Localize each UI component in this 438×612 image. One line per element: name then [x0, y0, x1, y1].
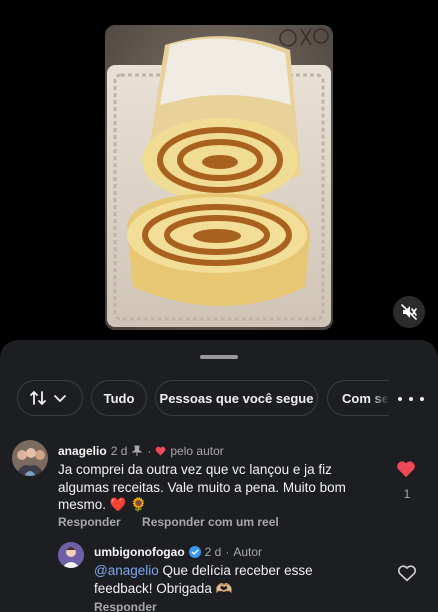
- recipe-video-thumbnail[interactable]: [105, 25, 333, 330]
- pin-icon: [131, 445, 143, 456]
- mute-icon: [401, 304, 417, 320]
- comment-username[interactable]: anagelio: [58, 444, 107, 458]
- mute-button[interactable]: [393, 296, 425, 328]
- reply-username[interactable]: umbigonofogao: [94, 545, 185, 559]
- reply-with-reel-button[interactable]: Responder com um reel: [142, 515, 279, 529]
- filter-com[interactable]: Com se: [327, 380, 389, 416]
- filter-tudo-label: Tudo: [103, 390, 135, 406]
- video-area[interactable]: [0, 0, 438, 345]
- reply-button[interactable]: Responder: [58, 515, 121, 529]
- filter-people-you-follow[interactable]: Pessoas que você segue: [155, 380, 318, 416]
- comment-actions: Responder Responder com um reel: [58, 515, 279, 529]
- filter-com-label: Com se: [342, 390, 389, 406]
- author-tag: Autor: [233, 545, 263, 559]
- sort-arrows-icon: [30, 391, 46, 405]
- comment-meta: anagelio 2 d · pelo autor: [58, 444, 224, 458]
- comments-sheet: Tudo Pessoas que você segue Com se anage…: [0, 340, 438, 612]
- cake-roll-image: [105, 25, 333, 330]
- reply-button[interactable]: Responder: [94, 600, 157, 612]
- verified-badge-icon: [188, 546, 201, 558]
- heart-filled-icon: [155, 446, 166, 456]
- comment-filters: Tudo Pessoas que você segue Com se: [0, 380, 438, 418]
- comment-time: 2 d: [110, 444, 128, 458]
- like-button[interactable]: [396, 460, 418, 480]
- reply-meta: umbigonofogao 2 d · Autor: [94, 545, 263, 559]
- chevron-down-icon: [54, 395, 66, 402]
- like-button[interactable]: [397, 564, 419, 584]
- reply-time: 2 d: [204, 545, 222, 559]
- reply-text: @anagelio Que delícia receber esse feedb…: [94, 562, 374, 597]
- sheet-drag-handle[interactable]: [200, 355, 238, 359]
- filter-people-label: Pessoas que você segue: [159, 390, 314, 406]
- heart-outline-icon: [397, 565, 417, 582]
- liked-by-author-label: pelo autor: [170, 444, 224, 458]
- avatar[interactable]: [12, 440, 48, 476]
- avatar[interactable]: [58, 542, 84, 568]
- heart-filled-icon: [397, 461, 415, 478]
- mention-link[interactable]: @anagelio: [94, 563, 159, 578]
- more-horizontal-icon: [398, 397, 402, 401]
- sort-button[interactable]: [17, 380, 83, 416]
- more-options-button[interactable]: [398, 389, 424, 409]
- reply-actions: Responder: [94, 600, 157, 612]
- comment-text: Ja comprei da outra vez que vc lançou e …: [58, 462, 346, 512]
- like-count: 1: [403, 487, 411, 501]
- filter-tudo[interactable]: Tudo: [91, 380, 147, 416]
